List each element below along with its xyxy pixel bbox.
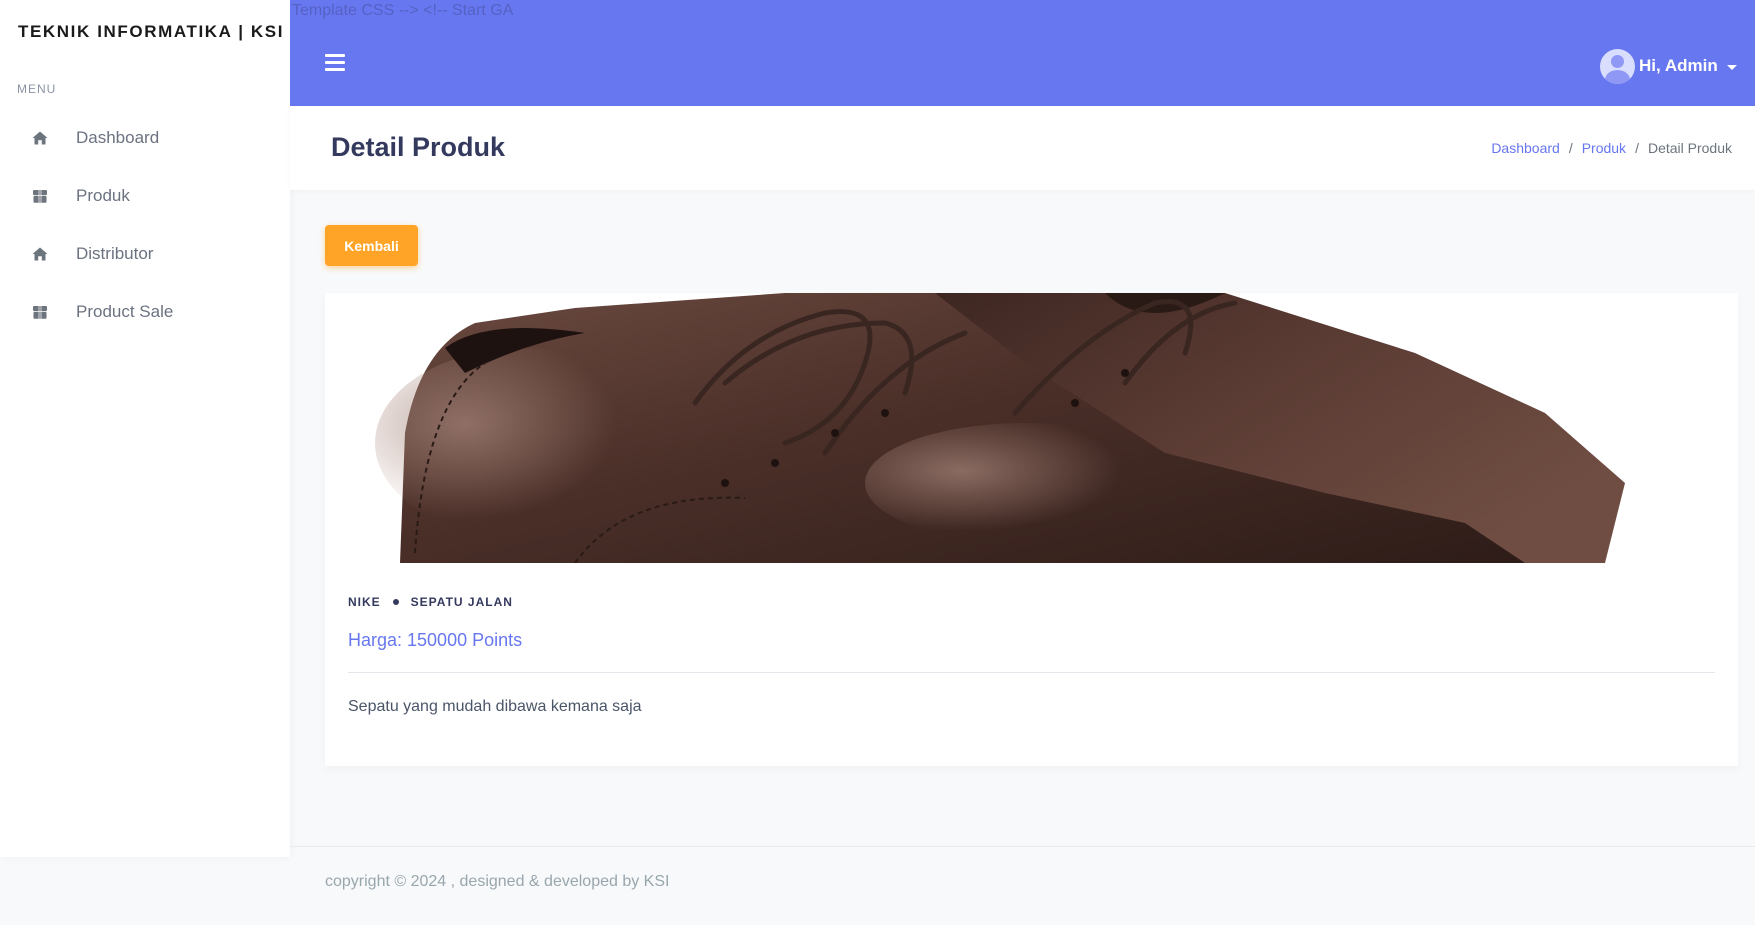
sidebar-item-label: Dashboard [76,128,160,147]
product-meta: NIKE SEPATU JALAN [348,595,513,609]
footer-text: copyright © 2024 , designed & developed … [325,873,670,890]
menu-toggle-icon[interactable] [325,54,345,72]
product-description: Sepatu yang mudah dibawa kemana saja [348,698,642,715]
sidebar-item-produk[interactable]: Produk [0,173,290,219]
user-dropdown[interactable]: Hi, Admin [1600,48,1737,84]
product-card: NIKE SEPATU JALAN Harga: 150000 Points S… [325,293,1738,766]
box-icon [33,306,47,319]
back-button[interactable]: Kembali [325,225,418,266]
divider [348,672,1715,673]
product-brand: NIKE [348,595,381,609]
breadcrumb-separator: / [1568,140,1573,156]
caret-down-icon [1726,64,1737,70]
avatar [1600,48,1635,84]
user-greeting: Hi, Admin [1639,56,1718,75]
breadcrumb-dashboard[interactable]: Dashboard [1491,140,1560,156]
template-debug-text: Template CSS --> <!-- Start GA [292,2,514,19]
sidebar-item-distributor[interactable]: Distributor [0,231,290,277]
page-title: Detail Produk [331,132,506,162]
product-image [325,293,1738,563]
breadcrumb-produk[interactable]: Produk [1582,140,1626,156]
breadcrumb-separator: / [1635,140,1639,156]
product-category: SEPATU JALAN [410,595,513,609]
sidebar-item-dashboard[interactable]: Dashboard [0,115,290,161]
section-header: Detail Produk Dashboard / Produk / Detai… [290,106,1755,190]
menu-header: MENU [17,82,57,96]
sidebar-item-label: Product Sale [76,302,174,321]
sidebar-item-label: Produk [76,186,130,205]
footer-divider [290,846,1755,847]
sidebar-item-label: Distributor [76,244,154,263]
breadcrumb: Dashboard / Produk / Detail Produk [1491,140,1732,156]
sidebar: TEKNIK INFORMATIKA | KSI MENU Dashboard … [0,0,290,857]
home-icon [32,131,48,145]
bullet-separator [392,599,399,605]
home-icon [32,247,48,261]
sidebar-item-product-sale[interactable]: Product Sale [0,289,290,335]
product-price: Harga: 150000 Points [348,630,523,650]
breadcrumb-current: Detail Produk [1647,140,1732,156]
box-icon [33,190,47,203]
brand-logo[interactable]: TEKNIK INFORMATIKA | KSI [18,22,284,42]
shoe-image [375,293,1625,563]
